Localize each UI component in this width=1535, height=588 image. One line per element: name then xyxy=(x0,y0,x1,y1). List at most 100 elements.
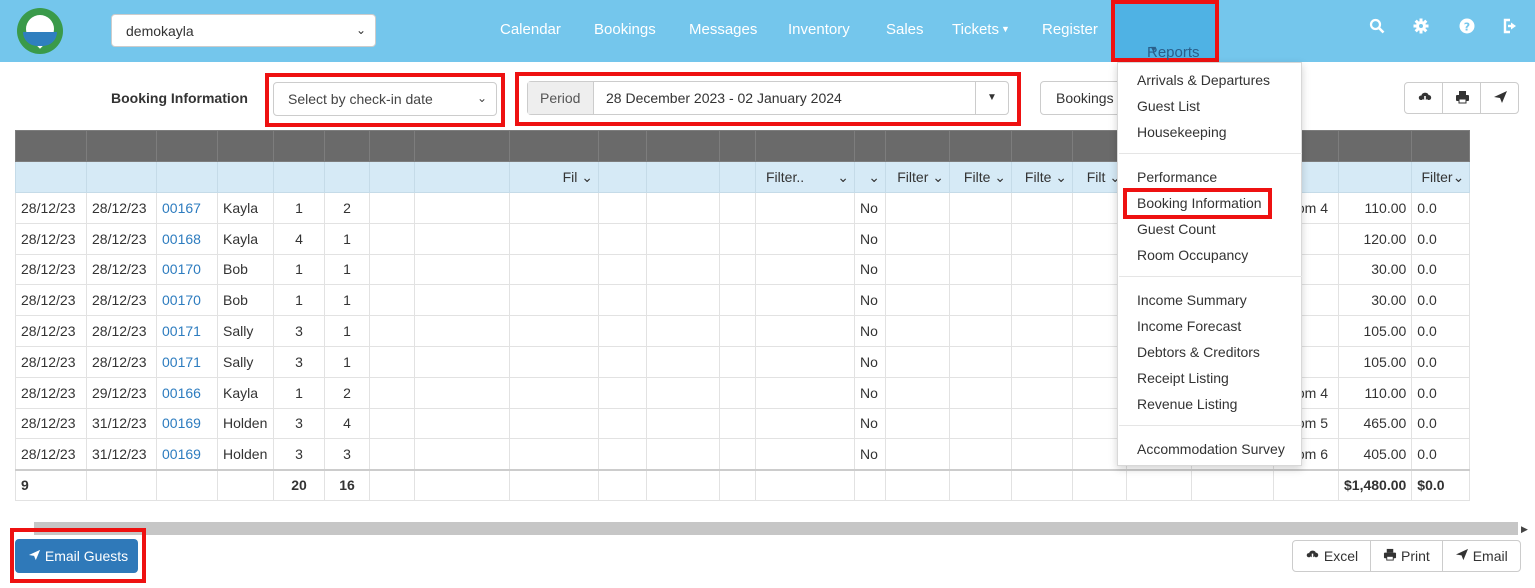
empty-cell xyxy=(598,222,647,255)
logout-icon[interactable] xyxy=(1500,18,1522,39)
empty-cell xyxy=(509,438,599,471)
scroll-right-arrow-icon[interactable]: ▶ xyxy=(1521,524,1528,535)
checkin-cell: 28/12/23 xyxy=(15,376,87,409)
empty-cell xyxy=(755,192,855,224)
search-icon[interactable] xyxy=(1366,18,1388,39)
menu-income-forecast[interactable]: Income Forecast xyxy=(1137,318,1241,334)
booking-ref-link[interactable]: 00169 xyxy=(156,407,218,440)
nav-register[interactable]: Register xyxy=(1042,21,1098,38)
menu-receipt-listing[interactable]: Receipt Listing xyxy=(1137,370,1229,386)
column-filter[interactable]: Fil ⌄ xyxy=(509,161,599,193)
excel-button[interactable]: Excel xyxy=(1292,540,1372,572)
period-label: Period xyxy=(528,82,594,114)
menu-arrivals-departures[interactable]: Arrivals & Departures xyxy=(1137,72,1270,88)
app-logo[interactable] xyxy=(17,8,63,54)
empty-cell xyxy=(885,315,950,347)
count-a-cell: 3 xyxy=(273,315,325,347)
empty-cell xyxy=(885,438,950,471)
empty-cell xyxy=(885,253,950,286)
menu-divider xyxy=(1119,425,1302,426)
column-filter[interactable]: Filte ⌄ xyxy=(949,161,1012,193)
checkout-cell: 28/12/23 xyxy=(86,284,157,317)
guest-name-cell: Kayla xyxy=(217,376,274,409)
nav-tickets[interactable]: Tickets ▼ xyxy=(952,21,1010,38)
nav-bookings[interactable]: Bookings xyxy=(594,21,656,38)
horizontal-scrollbar[interactable] xyxy=(34,522,1518,535)
checkin-cell: 28/12/23 xyxy=(15,284,87,317)
cloud-download-icon[interactable] xyxy=(1404,82,1443,114)
menu-income-summary[interactable]: Income Summary xyxy=(1137,292,1247,308)
count-b-cell: 1 xyxy=(324,284,370,317)
empty-cell xyxy=(755,253,855,286)
property-select[interactable]: demokayla ⌄ xyxy=(111,14,376,47)
checkout-cell: 28/12/23 xyxy=(86,345,157,378)
booking-ref-link[interactable]: 00171 xyxy=(156,315,218,347)
help-icon[interactable]: ? xyxy=(1456,18,1478,39)
empty-cell xyxy=(719,253,756,286)
menu-debtors-creditors[interactable]: Debtors & Creditors xyxy=(1137,344,1260,360)
menu-room-occupancy[interactable]: Room Occupancy xyxy=(1137,247,1248,263)
empty-cell xyxy=(1011,315,1073,347)
send-icon[interactable] xyxy=(1480,82,1519,114)
checkout-cell: 31/12/23 xyxy=(86,438,157,471)
empty-cell xyxy=(414,438,510,471)
nav-messages[interactable]: Messages xyxy=(689,21,757,38)
count-a-cell: 1 xyxy=(273,284,325,317)
menu-guest-count[interactable]: Guest Count xyxy=(1137,221,1216,237)
count-a-cell: 3 xyxy=(273,438,325,471)
column-filter[interactable]: ⌄ xyxy=(854,161,886,193)
menu-guest-list[interactable]: Guest List xyxy=(1137,98,1200,114)
empty-cell xyxy=(719,407,756,440)
empty-cell xyxy=(646,438,720,471)
empty-cell xyxy=(1011,407,1073,440)
nav-calendar[interactable]: Calendar xyxy=(500,21,561,38)
chevron-down-icon: ⌄ xyxy=(1452,168,1465,185)
period-picker[interactable]: Period 28 December 2023 - 02 January 202… xyxy=(527,81,1009,115)
date-mode-select[interactable]: Select by check-in date ⌄ xyxy=(273,82,497,116)
send-icon xyxy=(1455,548,1469,564)
column-filter[interactable]: Filte ⌄ xyxy=(1011,161,1073,193)
menu-revenue-listing[interactable]: Revenue Listing xyxy=(1137,396,1237,412)
column-filter[interactable]: Filter ⌄ xyxy=(885,161,950,193)
empty-cell xyxy=(885,376,950,409)
nav-inventory[interactable]: Inventory xyxy=(788,21,850,38)
gear-icon[interactable] xyxy=(1410,18,1432,39)
nav-reports[interactable]: Reports ▼ xyxy=(1111,0,1219,62)
empty-cell xyxy=(646,253,720,286)
tail-cell: 0.0 xyxy=(1411,315,1471,347)
chevron-down-icon: ⌄ xyxy=(932,168,944,185)
price-cell: 30.00 xyxy=(1337,284,1413,317)
empty-cell xyxy=(646,376,720,409)
menu-performance[interactable]: Performance xyxy=(1137,169,1217,185)
print-icon[interactable] xyxy=(1442,82,1481,114)
column-filter[interactable]: Filter.. ⌄ xyxy=(755,161,855,193)
property-select-value: demokayla xyxy=(126,23,194,39)
booking-ref-link[interactable]: 00170 xyxy=(156,284,218,317)
print-button[interactable]: Print xyxy=(1370,540,1443,572)
empty-cell xyxy=(885,407,950,440)
totals-row: 9 20 16 $1,480.00 $0.0 xyxy=(15,468,1471,502)
top-navbar: demokayla ⌄ Calendar Bookings Messages I… xyxy=(0,0,1535,62)
chevron-down-icon: ⌄ xyxy=(476,91,487,105)
column-filter[interactable]: Filter⌄ xyxy=(1411,161,1471,193)
price-cell: 110.00 xyxy=(1337,376,1413,409)
empty-cell xyxy=(369,253,415,286)
booking-ref-link[interactable]: 00168 xyxy=(156,222,218,255)
caret-down-icon: ▼ xyxy=(1149,44,1158,54)
email-button[interactable]: Email xyxy=(1441,540,1521,572)
booking-ref-link[interactable]: 00169 xyxy=(156,438,218,471)
booking-ref-link[interactable]: 00170 xyxy=(156,253,218,286)
booking-ref-link[interactable]: 00167 xyxy=(156,192,218,224)
email-guests-button[interactable]: Email Guests xyxy=(15,539,138,573)
empty-cell xyxy=(414,222,510,255)
email-label: Email xyxy=(1472,548,1508,564)
chevron-down-icon: ⌄ xyxy=(868,168,880,185)
total-a: 20 xyxy=(273,468,325,502)
booking-ref-link[interactable]: 00171 xyxy=(156,345,218,378)
booking-ref-link[interactable]: 00166 xyxy=(156,376,218,409)
menu-housekeeping[interactable]: Housekeeping xyxy=(1137,124,1227,140)
menu-accommodation-survey[interactable]: Accommodation Survey xyxy=(1137,441,1285,457)
empty-cell xyxy=(369,192,415,224)
caret-down-icon[interactable]: ▼ xyxy=(975,82,1008,114)
nav-sales[interactable]: Sales xyxy=(886,21,924,38)
